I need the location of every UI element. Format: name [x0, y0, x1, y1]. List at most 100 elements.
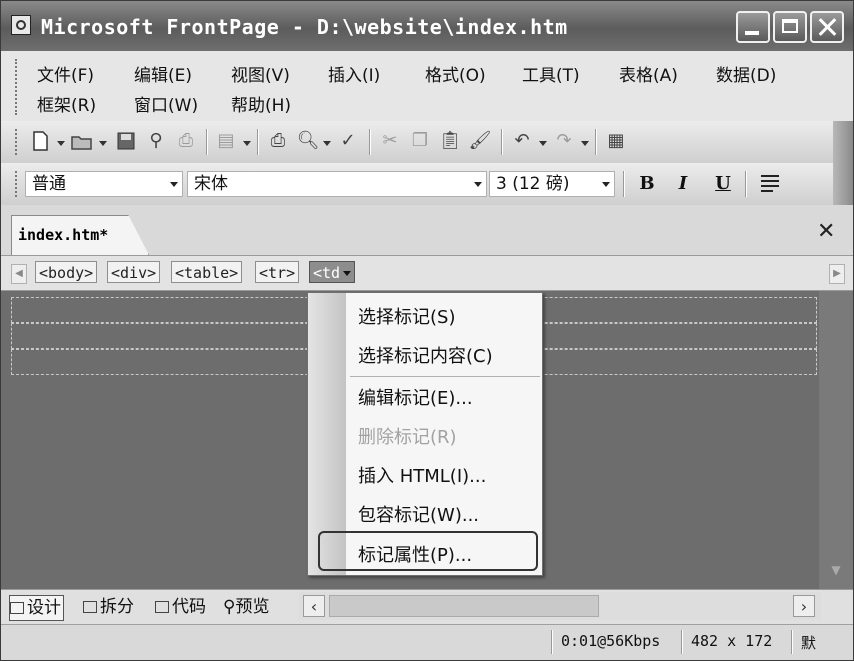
underline-button[interactable]: U — [709, 171, 737, 197]
scroll-left-icon[interactable]: ‹ — [303, 595, 325, 617]
style-select[interactable]: 普通 — [25, 171, 183, 197]
menu-wrap-tag[interactable]: 包容标记(W)... — [358, 501, 479, 527]
font-size-select[interactable]: 3 (12 磅) — [489, 171, 615, 197]
horizontal-scrollbar[interactable]: ‹ › — [299, 592, 821, 620]
preview-view-button[interactable]: ⚲预览 — [223, 595, 269, 619]
undo-button[interactable]: ↶ — [509, 129, 535, 153]
code-label: 代码 — [172, 597, 206, 617]
redo-dropdown[interactable] — [581, 141, 589, 146]
font-select[interactable]: 宋体 — [187, 171, 487, 197]
toolbar-separator — [369, 129, 371, 155]
undo-icon: ↶ — [514, 130, 530, 151]
quick-tag-div[interactable]: <div> — [107, 261, 161, 283]
document-tabs: index.htm* ✕ — [1, 205, 853, 256]
publish-button[interactable]: ▤ — [213, 129, 239, 153]
quick-tag-td[interactable]: <td — [309, 261, 356, 283]
format-painter-icon: 🖌︎ — [468, 130, 492, 151]
page-dimensions[interactable]: 482 x 172 — [691, 632, 772, 650]
print-preview-button[interactable]: 🔍︎ — [295, 129, 321, 153]
code-view-button[interactable]: 代码 — [155, 595, 206, 619]
menu-help[interactable]: 帮助(H) — [231, 91, 291, 116]
menu-edit[interactable]: 编辑(E) — [134, 61, 192, 86]
new-page-dropdown[interactable] — [57, 141, 65, 146]
quick-tag-scroll-right[interactable]: ▶ — [829, 264, 845, 284]
new-page-button[interactable] — [27, 129, 53, 153]
print-toolbar-button[interactable]: ⎙ — [265, 129, 291, 153]
print-button[interactable]: ⎙ — [173, 129, 199, 153]
save-icon — [117, 132, 135, 150]
split-label: 拆分 — [100, 597, 134, 617]
open-button[interactable] — [69, 129, 95, 153]
italic-button[interactable]: I — [669, 171, 697, 197]
close-window-button[interactable] — [810, 11, 844, 43]
format-painter-button[interactable]: 🖌︎ — [467, 129, 493, 153]
status-separator — [551, 630, 553, 654]
scroll-down-icon[interactable]: ▼ — [827, 561, 845, 579]
menu-edit-tag[interactable]: 编辑标记(E)... — [358, 384, 473, 410]
menu-window[interactable]: 窗口(W) — [134, 91, 198, 116]
menu-select-tag[interactable]: 选择标记(S) — [358, 303, 455, 329]
split-view-button[interactable]: 拆分 — [83, 595, 134, 619]
preview-dropdown[interactable] — [323, 141, 331, 146]
toolbar-grip[interactable] — [15, 129, 20, 155]
bold-button[interactable]: B — [633, 171, 661, 197]
chevron-down-icon — [343, 271, 352, 276]
close-document-icon[interactable]: ✕ — [817, 219, 835, 244]
toolbar-separator — [745, 171, 747, 197]
spell-check-button[interactable]: ✓ — [335, 129, 361, 153]
menu-tag-properties[interactable]: 标记属性(P)... — [358, 541, 472, 567]
toolbar-grip[interactable] — [15, 171, 20, 197]
open-dropdown[interactable] — [99, 141, 107, 146]
paste-button[interactable]: 📋︎ — [437, 129, 463, 153]
print-icon: ⎙ — [178, 130, 194, 151]
menu-tools[interactable]: 工具(T) — [522, 61, 580, 86]
scroll-thumb[interactable] — [329, 595, 599, 617]
toolbar-separator — [206, 129, 208, 155]
redo-button[interactable]: ↷ — [551, 129, 577, 153]
quick-tag-tr[interactable]: <tr> — [255, 261, 300, 283]
menubar-grip[interactable] — [15, 59, 20, 115]
insert-table-button[interactable]: ▦ — [603, 129, 629, 153]
cut-button[interactable]: ✂ — [377, 129, 403, 153]
tab-index-htm[interactable]: index.htm* — [11, 215, 149, 255]
insert-table-icon: ▦ — [607, 130, 625, 151]
preview-label: 预览 — [235, 597, 270, 617]
quick-tag-scroll-left[interactable]: ◀ — [11, 264, 27, 284]
scroll-right-icon[interactable]: › — [793, 595, 815, 617]
search-button[interactable]: ⚲ — [143, 129, 169, 153]
save-button[interactable] — [113, 129, 139, 153]
title-bar[interactable]: Microsoft FrontPage - D:\website\index.h… — [1, 1, 853, 51]
frontpage-app-icon[interactable] — [11, 15, 31, 35]
status-mode[interactable]: 默 — [801, 632, 816, 653]
toolbar-separator — [623, 171, 625, 197]
quick-tag-table[interactable]: <table> — [171, 261, 243, 283]
menu-frames[interactable]: 框架(R) — [37, 91, 96, 116]
menu-table[interactable]: 表格(A) — [619, 61, 678, 86]
menu-view[interactable]: 视图(V) — [231, 61, 290, 86]
search-icon: ⚲ — [149, 130, 163, 151]
design-view-button[interactable]: 设计 — [9, 595, 64, 621]
spell-check-icon: ✓ — [340, 130, 356, 151]
menu-insert-html[interactable]: 插入 HTML(I)... — [358, 462, 486, 488]
minimize-button[interactable] — [736, 11, 770, 43]
align-left-button[interactable] — [757, 171, 783, 195]
copy-button[interactable]: ❐ — [407, 129, 433, 153]
new-page-icon — [33, 131, 48, 151]
menu-file[interactable]: 文件(F) — [37, 61, 94, 86]
maximize-button[interactable] — [773, 11, 807, 43]
quick-tag-body[interactable]: <body> — [35, 261, 98, 283]
menu-insert[interactable]: 插入(I) — [328, 61, 380, 86]
toolbar-separator — [501, 129, 503, 155]
toolbar-separator — [595, 129, 597, 155]
publish-dropdown[interactable] — [243, 141, 251, 146]
tag-context-menu: 选择标记(S) 选择标记内容(C) 编辑标记(E)... 删除标记(R) 插入 … — [307, 292, 543, 576]
download-speed: 0:01@56Kbps — [561, 632, 661, 650]
menu-select-tag-contents[interactable]: 选择标记内容(C) — [358, 342, 493, 368]
toolbar-options[interactable] — [833, 163, 853, 205]
toolbar-options[interactable] — [833, 121, 853, 163]
menu-data[interactable]: 数据(D) — [716, 61, 776, 86]
magnifier-icon: ⚲ — [223, 597, 236, 617]
vertical-scrollbar[interactable]: ▼ — [819, 291, 853, 589]
undo-dropdown[interactable] — [539, 141, 547, 146]
menu-format[interactable]: 格式(O) — [425, 61, 486, 86]
